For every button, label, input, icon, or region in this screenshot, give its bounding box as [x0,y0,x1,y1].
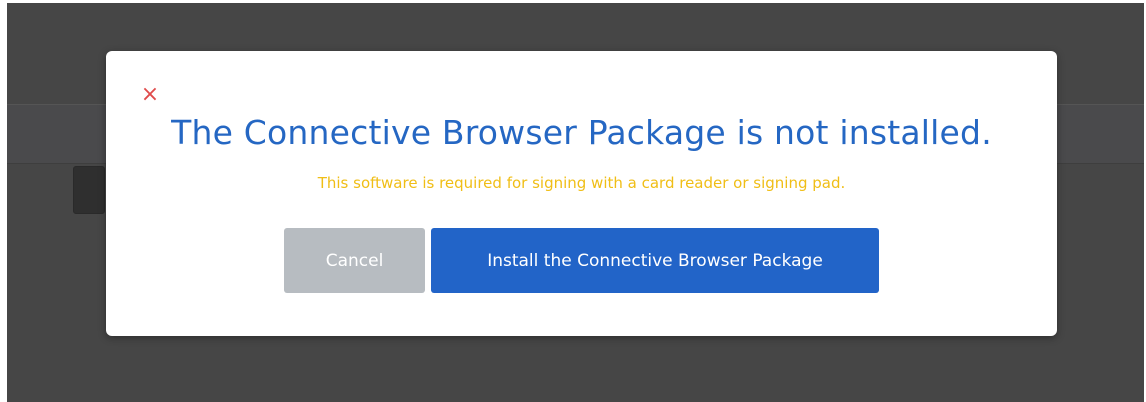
cancel-button[interactable]: Cancel [284,228,425,293]
install-button-label: Install the Connective Browser Package [487,250,823,271]
background-button [73,166,105,214]
dialog-message: This software is required for signing wi… [317,174,846,192]
install-package-button[interactable]: Install the Connective Browser Package [431,228,879,293]
close-icon[interactable]: × [139,84,161,106]
cancel-button-label: Cancel [325,250,384,271]
install-required-dialog: × The Connective Browser Package is not … [106,51,1057,336]
dialog-title: The Connective Browser Package is not in… [171,113,992,152]
page-overlay-backdrop: × The Connective Browser Package is not … [7,3,1144,402]
